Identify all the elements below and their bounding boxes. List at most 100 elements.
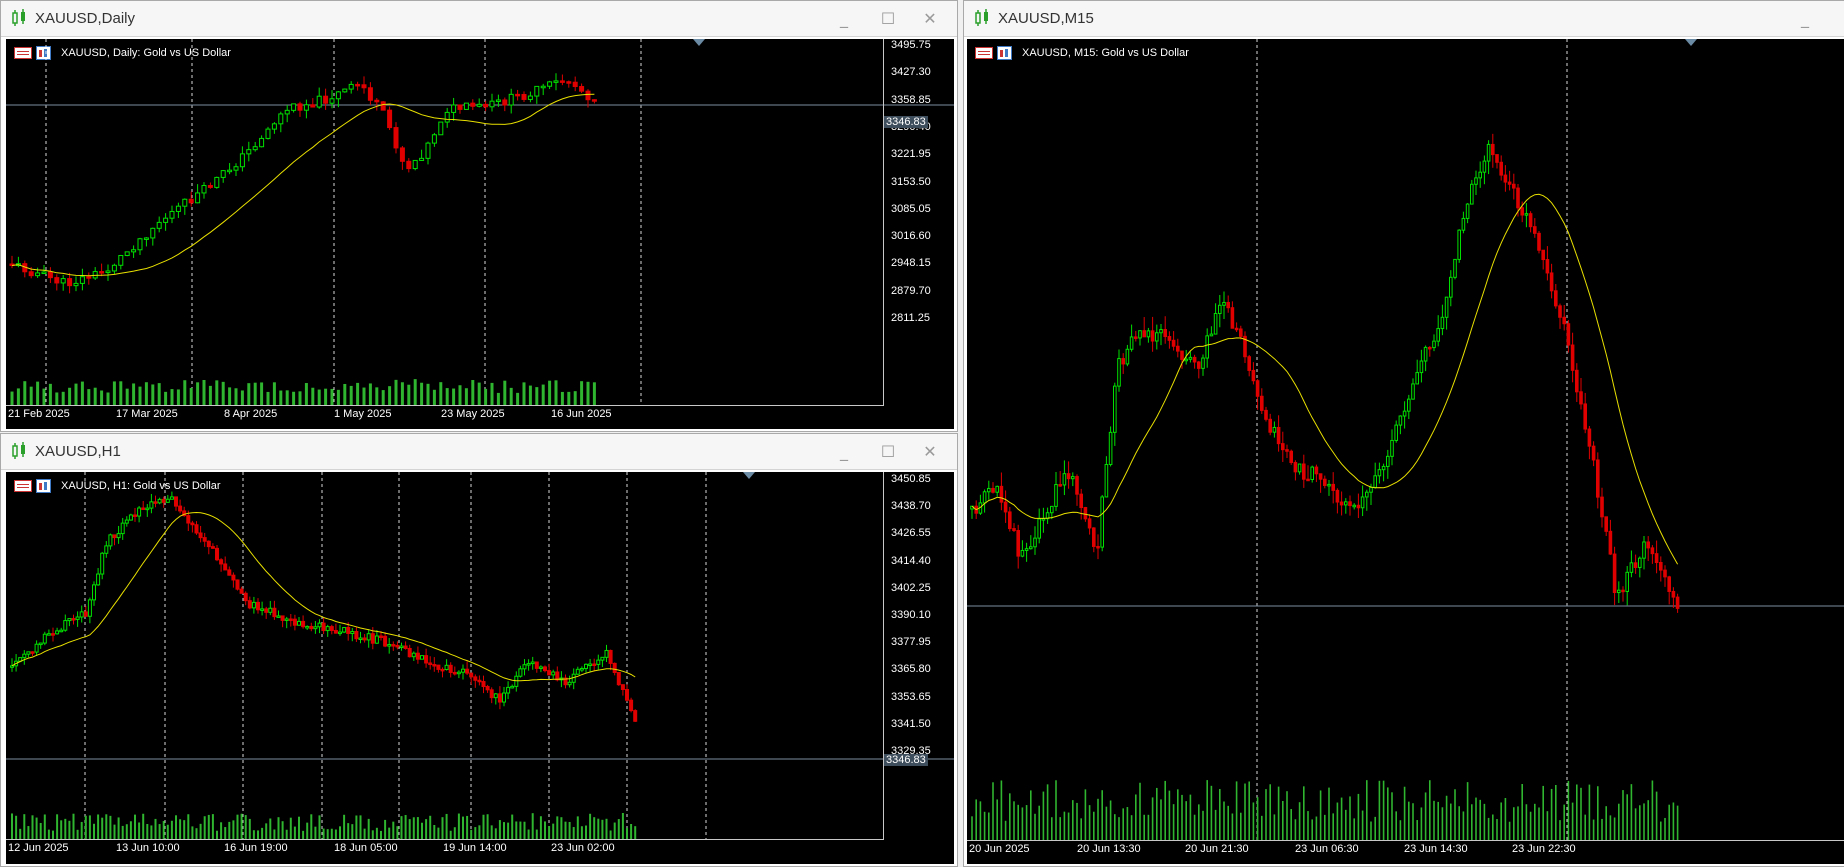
candle-body [438,121,444,136]
candle-body [303,104,309,111]
candle-body [1272,426,1277,433]
minimize-button[interactable]: _ [833,8,855,30]
candle-body [223,563,228,571]
candle-body [559,80,565,83]
candle-body [1390,439,1394,457]
chart-window-h1[interactable]: XAUUSD,H1 _ ☐ ✕ XAUUSD, H1: Gold vs US D… [0,433,958,867]
close-button[interactable]: ✕ [919,441,941,463]
time-tick-label: 23 May 2025 [441,408,505,420]
candle-body [1495,154,1499,163]
window-titlebar[interactable]: XAUUSD,H1 _ ☐ ✕ [1,434,957,470]
candle-body [530,661,535,665]
candle-body [1524,213,1529,216]
candle-body [1423,346,1428,362]
candle-body [10,665,14,668]
candle-body [1486,143,1491,162]
candle-body [1176,345,1180,352]
window-title: XAUUSD,Daily [35,10,136,27]
chart-window-m15[interactable]: XAUUSD,M15 _ XAUUSD, M15: Gold vs US Dol… [963,0,1844,867]
time-tick-label: 18 Jun 05:00 [334,842,398,854]
candle-body [527,95,533,100]
candle-body [1075,476,1079,495]
candle-body [1436,328,1440,342]
chart-area[interactable]: XAUUSD, M15: Gold vs US Dollar 20 Jun 20… [967,39,1844,864]
window-titlebar[interactable]: XAUUSD,M15 _ [964,1,1844,37]
bid-price-tag: 3346.83 [884,754,928,766]
candle-body [1411,383,1415,400]
candle-body [481,681,486,688]
candle-body [391,644,396,647]
candle-body [188,198,194,204]
candle-body [1129,336,1134,350]
candle-body [406,160,412,170]
candle-body [366,633,371,641]
maximize-button[interactable]: ☐ [877,8,899,30]
candle-body [108,534,113,547]
candle-body [175,205,181,212]
candle-body [28,271,34,277]
candle-body [271,123,277,130]
time-tick-label: 13 Jun 10:00 [116,842,180,854]
candle-body [1365,491,1369,498]
candle-body [163,217,169,223]
candle-body [354,631,359,640]
candle-body [118,255,124,266]
candle-body [473,676,478,681]
candle-body [38,642,43,646]
candle-body [1470,183,1474,205]
maximize-button[interactable]: ☐ [877,441,899,463]
candle-body [178,505,183,512]
candle-body [1339,501,1344,506]
candle-body [1671,590,1676,598]
minimize-button[interactable]: _ [1794,8,1816,30]
time-tick-label: 16 Jun 19:00 [224,842,288,854]
candle-body [572,81,578,88]
candle-body [374,99,380,103]
candle-body [1604,516,1609,532]
candle-body [1491,143,1495,156]
candle-body [526,663,531,666]
candle-body [1570,344,1575,371]
candle-body [75,616,80,620]
price-tick-label: 3353.65 [891,690,931,703]
candle-body [83,611,88,617]
candle-body [374,635,379,644]
candle-body [1083,507,1088,520]
candle-body [329,626,334,631]
candle-body [489,689,494,699]
candle-body [86,276,92,279]
candle-body [1188,356,1193,360]
price-tick-label: 3358.85 [891,93,931,106]
candle-body [1474,177,1478,185]
candle-body [1377,469,1382,477]
time-tick-label: 1 May 2025 [334,408,392,420]
chart-window-daily[interactable]: XAUUSD,Daily _ ☐ ✕ XAUUSD, Daily: Gold v… [0,0,958,432]
candle-body [502,692,506,703]
candle-body [1251,369,1256,382]
candle-body [1293,461,1298,473]
chart-area[interactable]: XAUUSD, Daily: Gold vs US Dollar 3495.75… [6,39,954,429]
candle-body [358,637,363,641]
candle-body [120,522,125,535]
candle-body [1440,316,1445,330]
candle-body [1184,358,1188,362]
candle-body [79,611,84,618]
candle-body [348,83,354,90]
price-tick-label: 3426.55 [891,527,931,540]
candle-body [1478,171,1482,179]
candle-body [22,653,27,659]
candle-body [1155,332,1159,342]
candle-body [551,671,556,676]
candle-body [1457,229,1461,260]
candle-body [483,103,489,108]
moving-average-line [11,93,595,277]
chart-area[interactable]: XAUUSD, H1: Gold vs US Dollar 3450.85 343… [6,472,954,864]
window-titlebar[interactable]: XAUUSD,Daily _ ☐ ✕ [1,1,957,37]
candle-body [195,192,201,204]
candle-body [465,668,470,674]
candle-body [1180,350,1184,360]
candle-body [73,282,79,287]
close-button[interactable]: ✕ [919,8,941,30]
minimize-button[interactable]: _ [833,441,855,463]
candle-body [288,618,293,621]
